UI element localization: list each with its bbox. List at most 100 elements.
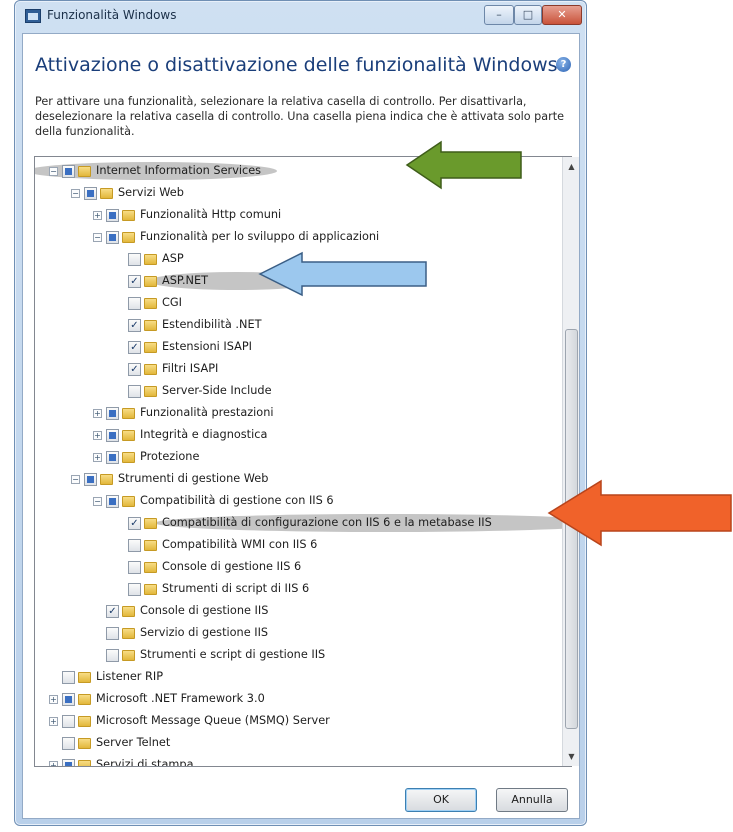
folder-icon — [122, 650, 135, 661]
feature-checkbox[interactable] — [128, 539, 141, 552]
tree-item[interactable]: Server-Side Include — [35, 380, 555, 402]
folder-icon — [144, 540, 157, 551]
scroll-up-icon[interactable]: ▲ — [565, 159, 578, 174]
expand-icon[interactable]: + — [93, 409, 102, 418]
feature-checkbox[interactable] — [106, 649, 119, 662]
tree-item-label: Estensioni ISAPI — [162, 340, 252, 353]
scroll-down-icon[interactable]: ▼ — [565, 749, 578, 764]
tree-item-label: Listener RIP — [96, 670, 164, 683]
expand-icon[interactable]: + — [93, 211, 102, 220]
feature-checkbox[interactable]: ✓ — [128, 275, 141, 288]
tree-item[interactable]: + Microsoft .NET Framework 3.0 — [35, 688, 555, 710]
collapse-icon[interactable]: − — [71, 475, 80, 484]
ok-button[interactable]: OK — [405, 788, 477, 812]
feature-checkbox[interactable] — [62, 715, 75, 728]
feature-checkbox[interactable] — [106, 627, 119, 640]
tree-item[interactable]: + Servizi di stampa — [35, 754, 555, 766]
close-button[interactable]: ✕ — [542, 5, 582, 25]
tree-item[interactable]: Listener RIP — [35, 666, 555, 688]
tree-item[interactable]: Server Telnet — [35, 732, 555, 754]
feature-checkbox[interactable]: ✓ — [128, 517, 141, 530]
tree-item[interactable]: Strumenti e script di gestione IIS — [35, 644, 555, 666]
tree-item[interactable]: + Microsoft Message Queue (MSMQ) Server — [35, 710, 555, 732]
feature-checkbox[interactable] — [84, 473, 97, 486]
folder-icon — [144, 386, 157, 397]
tree-item-label: Servizio di gestione IIS — [140, 626, 269, 639]
feature-checkbox[interactable] — [106, 231, 119, 244]
feature-checkbox[interactable] — [62, 737, 75, 750]
tree-item[interactable]: − Strumenti di gestione Web — [35, 468, 555, 490]
tree-item[interactable]: Console di gestione IIS 6 — [35, 556, 555, 578]
folder-icon — [122, 430, 135, 441]
tree-item[interactable]: ✓ Estensioni ISAPI — [35, 336, 555, 358]
folder-icon — [122, 496, 135, 507]
folder-icon — [144, 254, 157, 265]
tree-item-label: Compatibilità di configurazione con IIS … — [162, 516, 492, 529]
tree-item-label: Microsoft .NET Framework 3.0 — [96, 692, 265, 705]
window-title: Funzionalità Windows — [47, 8, 177, 22]
cancel-button[interactable]: Annulla — [496, 788, 568, 812]
minimize-button[interactable]: – — [484, 5, 514, 25]
tree-item[interactable]: − Compatibilità di gestione con IIS 6 — [35, 490, 555, 512]
folder-icon — [78, 672, 91, 683]
window-app-icon — [25, 9, 41, 23]
tree-item[interactable]: + Integrità e diagnostica — [35, 424, 555, 446]
expand-icon[interactable]: + — [93, 431, 102, 440]
tree-item[interactable]: Servizio di gestione IIS — [35, 622, 555, 644]
folder-icon — [144, 320, 157, 331]
expand-icon[interactable]: + — [49, 761, 58, 766]
collapse-icon[interactable]: − — [49, 167, 58, 176]
feature-checkbox[interactable] — [128, 253, 141, 266]
feature-checkbox[interactable]: ✓ — [128, 341, 141, 354]
expand-icon[interactable]: + — [49, 695, 58, 704]
tree-item[interactable]: ✓ Estendibilità .NET — [35, 314, 555, 336]
tree-item[interactable]: ✓ Compatibilità di configurazione con IIS… — [35, 512, 555, 534]
tree-item[interactable]: Compatibilità WMI con IIS 6 — [35, 534, 555, 556]
feature-checkbox[interactable] — [128, 583, 141, 596]
tree-scrollbar[interactable]: ▲ ▼ — [562, 157, 579, 766]
collapse-icon[interactable]: − — [93, 497, 102, 506]
tree-item[interactable]: ✓ Console di gestione IIS — [35, 600, 555, 622]
feature-checkbox[interactable] — [84, 187, 97, 200]
feature-checkbox[interactable]: ✓ — [128, 363, 141, 376]
tree-item[interactable]: ✓ Filtri ISAPI — [35, 358, 555, 380]
feature-checkbox[interactable] — [62, 671, 75, 684]
maximize-button[interactable]: □ — [514, 5, 542, 25]
folder-icon — [122, 628, 135, 639]
feature-checkbox[interactable] — [128, 385, 141, 398]
tree-item-label: Internet Information Services — [96, 164, 262, 177]
tree-item-label: Estendibilità .NET — [162, 318, 262, 331]
collapse-icon[interactable]: − — [93, 233, 102, 242]
feature-checkbox[interactable] — [128, 297, 141, 310]
help-icon[interactable]: ? — [556, 57, 571, 72]
feature-checkbox[interactable] — [128, 561, 141, 574]
feature-checkbox[interactable] — [106, 429, 119, 442]
tree-item[interactable]: + Protezione — [35, 446, 555, 468]
tree-item[interactable]: Strumenti di script di IIS 6 — [35, 578, 555, 600]
expand-icon[interactable]: + — [49, 717, 58, 726]
feature-checkbox[interactable] — [62, 759, 75, 766]
feature-checkbox[interactable] — [106, 209, 119, 222]
green-arrow-icon — [405, 140, 522, 190]
folder-icon — [144, 364, 157, 375]
folder-icon — [100, 188, 113, 199]
collapse-icon[interactable]: − — [71, 189, 80, 198]
tree-item-label: Console di gestione IIS 6 — [162, 560, 302, 573]
feature-checkbox[interactable]: ✓ — [128, 319, 141, 332]
feature-checkbox[interactable]: ✓ — [106, 605, 119, 618]
title-bar[interactable]: Funzionalità Windows – □ ✕ — [15, 1, 586, 31]
tree-item[interactable]: + Funzionalità prestazioni — [35, 402, 555, 424]
tree-item-label: Filtri ISAPI — [162, 362, 219, 375]
feature-checkbox[interactable] — [106, 407, 119, 420]
tree-item[interactable]: − Funzionalità per lo sviluppo di applica… — [35, 226, 555, 248]
feature-checkbox[interactable] — [106, 495, 119, 508]
feature-checkbox[interactable] — [62, 693, 75, 706]
feature-checkbox[interactable] — [106, 451, 119, 464]
expand-icon[interactable]: + — [93, 453, 102, 462]
description-text: Per attivare una funzionalità, seleziona… — [35, 95, 565, 138]
tree-item-label: ASP — [162, 252, 184, 265]
feature-checkbox[interactable] — [62, 165, 75, 178]
tree-item[interactable]: + Funzionalità Http comuni — [35, 204, 555, 226]
features-tree[interactable]: − Internet Information Services − Servizi W… — [34, 156, 572, 767]
tree-item-label: Server-Side Include — [162, 384, 272, 397]
